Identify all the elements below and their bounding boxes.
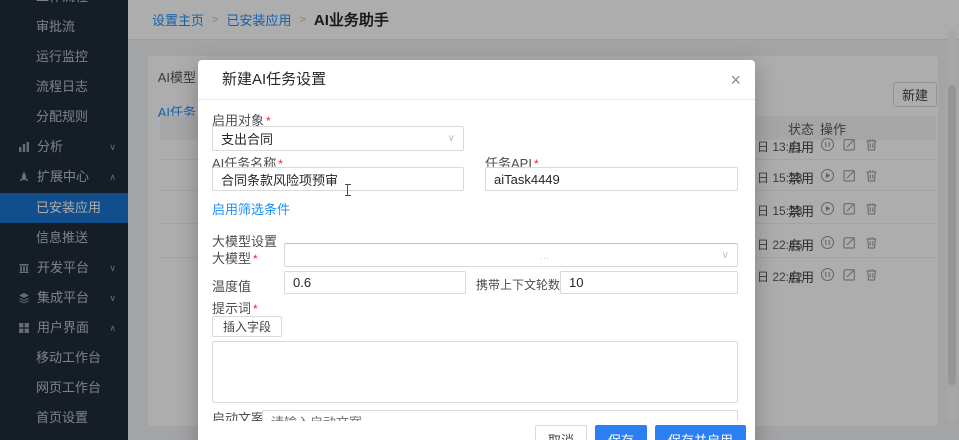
model-select[interactable]: ... ∨ [284, 243, 738, 267]
insert-field-button[interactable]: 插入字段 [212, 316, 282, 337]
enable-target-select[interactable]: 支出合同 ∨ [212, 126, 464, 151]
chevron-down-icon: ∨ [722, 250, 729, 261]
modal-footer: 取消 保存 保存并启用 [198, 421, 755, 440]
prompt-textarea[interactable] [212, 341, 738, 403]
cancel-button[interactable]: 取消 [535, 425, 587, 440]
context-rounds-label: 携带上下文轮数* [476, 276, 567, 293]
prompt-label: 提示词* [212, 298, 258, 317]
new-ai-task-modal: 新建AI任务设置 × 启用对象* 支出合同 ∨ AI任务名称* 任务API* 启… [198, 60, 755, 440]
chevron-down-icon: ∨ [448, 133, 455, 144]
required-mark: * [253, 252, 258, 266]
task-api-input[interactable] [485, 167, 738, 191]
enable-filter-link[interactable]: 启用筛选条件 [212, 199, 290, 218]
save-button[interactable]: 保存 [595, 425, 647, 440]
save-and-enable-button[interactable]: 保存并启用 [655, 425, 746, 440]
model-label: 大模型* [212, 248, 258, 267]
modal-header: 新建AI任务设置 × [198, 60, 755, 100]
temperature-input[interactable] [284, 271, 466, 294]
close-icon[interactable]: × [730, 60, 741, 100]
task-name-input[interactable] [212, 167, 464, 191]
temperature-label: 温度值 [212, 276, 251, 295]
context-rounds-input[interactable] [560, 271, 738, 294]
modal-title: 新建AI任务设置 [222, 60, 326, 100]
required-mark: * [253, 302, 258, 316]
select-loading-artifact: ... [540, 252, 550, 261]
app-window: 工作流程 审批流 运行监控 流程日志 分配规则 分析 ∨ 扩展中心 ∧ 已安装应… [0, 0, 959, 440]
text-cursor [347, 184, 348, 196]
